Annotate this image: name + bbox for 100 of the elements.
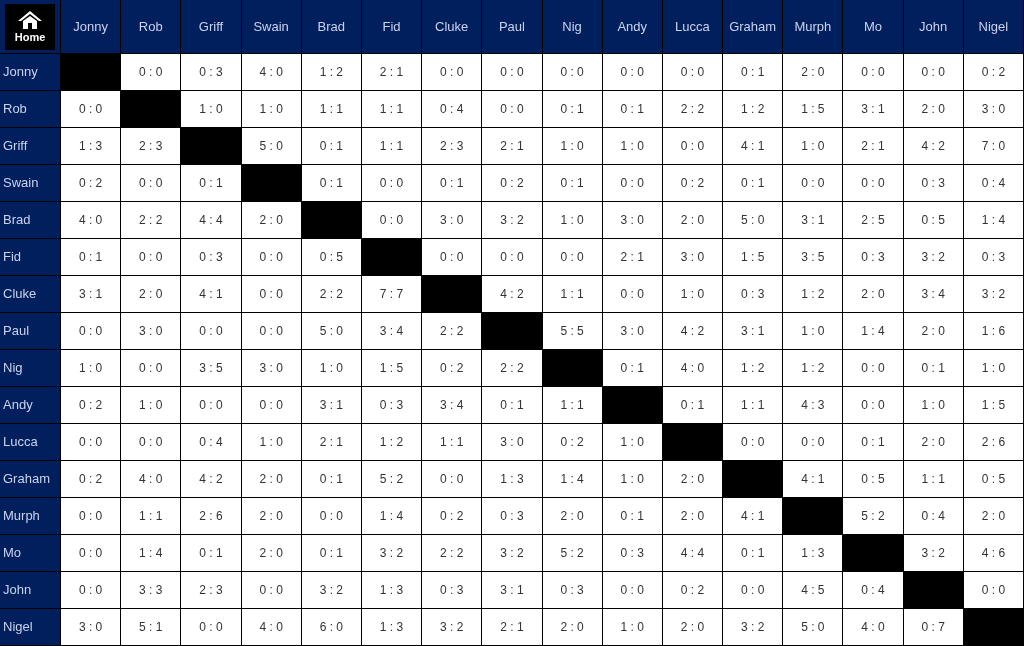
row-header: Jonny (0, 54, 60, 90)
table-cell: 0 : 3 (482, 498, 542, 534)
table-cell: 4 : 1 (181, 276, 241, 312)
table-cell: 4 : 0 (61, 202, 121, 238)
table-cell: 2 : 0 (241, 498, 301, 534)
table-cell: 5 : 1 (121, 609, 181, 645)
table-cell: 3 : 2 (482, 202, 542, 238)
table-cell: 2 : 0 (903, 91, 963, 127)
table-cell: 2 : 0 (662, 461, 723, 497)
table-cell: 4 : 2 (903, 128, 963, 164)
table-cell: 0 : 0 (783, 165, 843, 201)
table-cell: 1 : 1 (723, 387, 783, 423)
table-cell: 3 : 5 (181, 350, 241, 386)
row-header: Brad (0, 202, 60, 238)
table-cell: 0 : 4 (843, 572, 903, 608)
table-cell: 4 : 0 (241, 54, 301, 90)
table-cell: 2 : 3 (422, 128, 482, 164)
table-cell: 4 : 2 (181, 461, 241, 497)
table-cell: 1 : 3 (361, 572, 422, 608)
table-cell: 0 : 2 (963, 54, 1023, 90)
column-header: Graham (723, 0, 783, 53)
table-cell: 3 : 1 (843, 91, 903, 127)
column-header: Lucca (662, 0, 723, 53)
table-cell: 3 : 0 (602, 313, 662, 349)
table-cell: 0 : 0 (422, 239, 482, 275)
table-cell: 5 : 2 (843, 498, 903, 534)
table-cell: 0 : 3 (903, 165, 963, 201)
table-cell: 0 : 0 (482, 54, 542, 90)
column-header: Murph (783, 0, 843, 53)
table-cell: 0 : 2 (61, 387, 121, 423)
table-cell: 4 : 4 (181, 202, 241, 238)
table-cell: 0 : 0 (903, 54, 963, 90)
table-cell: 2 : 0 (542, 498, 602, 534)
table-cell: 2 : 2 (422, 313, 482, 349)
column-header: Nigel (963, 0, 1023, 53)
table-cell: 0 : 0 (61, 91, 121, 127)
column-header: John (903, 0, 963, 53)
table-cell: 2 : 0 (121, 276, 181, 312)
table-cell: 0 : 0 (121, 239, 181, 275)
table-cell: 1 : 6 (963, 313, 1023, 349)
table-cell: 0 : 3 (181, 54, 241, 90)
table-cell: 0 : 0 (61, 424, 121, 460)
table-cell: 0 : 1 (602, 350, 662, 386)
table-cell: 1 : 1 (121, 498, 181, 534)
column-header: Swain (241, 0, 301, 53)
table-cell: 0 : 3 (602, 535, 662, 571)
table-cell: 0 : 1 (301, 128, 361, 164)
table-cell: 0 : 0 (241, 387, 301, 423)
table-cell: 0 : 0 (542, 54, 602, 90)
table-cell: 2 : 0 (241, 461, 301, 497)
table-cell: 0 : 0 (181, 313, 241, 349)
table-cell: 1 : 0 (241, 91, 301, 127)
table-cell: 1 : 3 (482, 461, 542, 497)
table-cell: 3 : 1 (783, 202, 843, 238)
table-cell: 1 : 0 (602, 128, 662, 164)
table-cell: 0 : 1 (723, 54, 783, 90)
row-header: Mo (0, 535, 60, 571)
table-cell: 0 : 3 (542, 572, 602, 608)
table-cell: 2 : 2 (422, 535, 482, 571)
table-cell: 0 : 0 (482, 91, 542, 127)
table-cell: 1 : 1 (903, 461, 963, 497)
table-cell: 3 : 4 (361, 313, 422, 349)
table-cell: 3 : 5 (783, 239, 843, 275)
table-cell: 2 : 0 (903, 313, 963, 349)
table-cell: 0 : 0 (422, 461, 482, 497)
table-cell: 1 : 3 (61, 128, 121, 164)
table-cell: 2 : 5 (843, 202, 903, 238)
table-cell: 0 : 0 (843, 54, 903, 90)
table-cell: 1 : 0 (602, 424, 662, 460)
table-cell: 3 : 0 (61, 609, 121, 645)
table-cell: 0 : 0 (121, 54, 181, 90)
table-cell: 0 : 0 (843, 165, 903, 201)
table-cell: 2 : 0 (662, 609, 723, 645)
table-cell: 0 : 1 (422, 165, 482, 201)
table-cell: 0 : 0 (241, 276, 301, 312)
table-cell: 0 : 0 (361, 165, 422, 201)
table-cell: 1 : 5 (963, 387, 1023, 423)
table-cell: 4 : 0 (662, 350, 723, 386)
table-cell: 2 : 0 (241, 535, 301, 571)
table-cell: 3 : 2 (482, 535, 542, 571)
table-cell: 0 : 5 (963, 461, 1023, 497)
table-cell: 1 : 0 (181, 91, 241, 127)
column-header: Paul (482, 0, 542, 53)
table-cell: 2 : 0 (542, 609, 602, 645)
table-cell: 0 : 0 (843, 387, 903, 423)
table-cell: 2 : 6 (963, 424, 1023, 460)
column-header: Andy (602, 0, 662, 53)
table-cell: 3 : 0 (121, 313, 181, 349)
table-cell: 3 : 0 (963, 91, 1023, 127)
table-cell: 1 : 2 (723, 91, 783, 127)
table-cell: 0 : 0 (241, 572, 301, 608)
table-cell: 2 : 0 (241, 202, 301, 238)
table-cell: 0 : 0 (301, 498, 361, 534)
table-cell: 4 : 3 (783, 387, 843, 423)
home-button[interactable]: Home (5, 3, 55, 50)
table-cell: 0 : 3 (843, 239, 903, 275)
table-cell: 4 : 1 (723, 128, 783, 164)
table-cell: 5 : 0 (301, 313, 361, 349)
table-cell: 1 : 0 (602, 461, 662, 497)
table-cell: 0 : 0 (602, 276, 662, 312)
